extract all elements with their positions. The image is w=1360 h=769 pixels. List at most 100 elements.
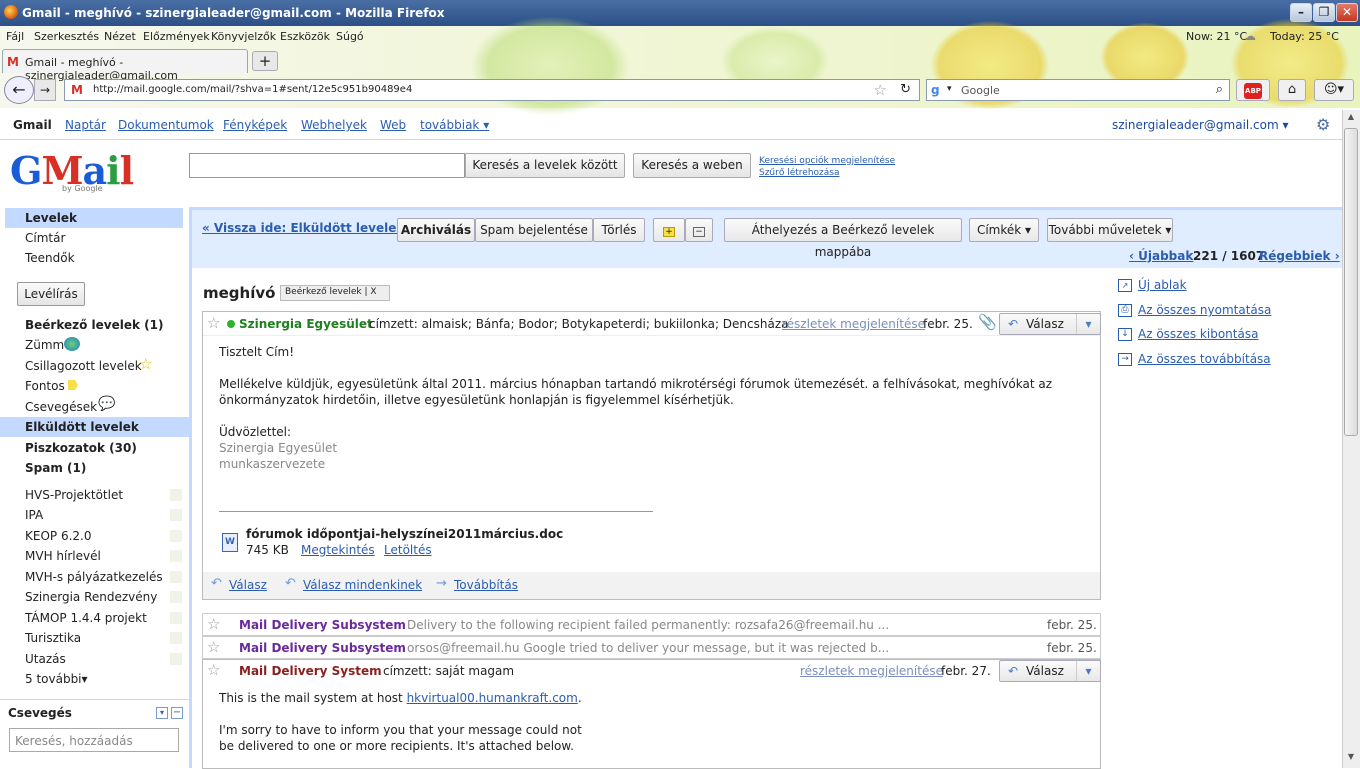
nav-mail[interactable]: Levelek xyxy=(25,211,77,225)
scroll-up-arrow-icon[interactable]: ▲ xyxy=(1344,112,1358,126)
message-sender[interactable]: Mail Delivery System xyxy=(239,664,382,678)
search-options-link[interactable]: Keresési opciók megjelenítése xyxy=(759,156,895,166)
mark-unimportant-button[interactable]: − xyxy=(685,218,713,242)
reply-button[interactable]: ↶ Válasz ▾ xyxy=(999,660,1101,682)
forward-button[interactable]: → xyxy=(34,79,56,101)
star-icon[interactable]: ☆ xyxy=(207,615,220,633)
nav-label[interactable]: HVS-Projektötlet xyxy=(25,488,123,502)
reply-all-link[interactable]: Válasz mindenkinek xyxy=(303,578,422,592)
menu-file[interactable]: Fájl xyxy=(6,30,24,43)
nav-sent[interactable]: Elküldött levelek xyxy=(25,420,139,434)
reply-button[interactable]: ↶ Válasz ▾ xyxy=(999,313,1101,335)
gbar-gmail[interactable]: Gmail xyxy=(13,118,52,132)
reply-menu-icon[interactable]: ▾ xyxy=(1076,661,1100,681)
nav-label[interactable]: Szinergia Rendezvény xyxy=(25,590,157,604)
collapsed-message-row[interactable]: ☆ Mail Delivery Subsystem Delivery to th… xyxy=(202,613,1101,636)
star-icon[interactable]: ☆ xyxy=(207,661,220,679)
expand-all-link[interactable]: Az összes kibontása xyxy=(1138,327,1258,341)
new-tab-button[interactable]: + xyxy=(252,51,278,71)
new-window-link[interactable]: Új ablak xyxy=(1138,278,1187,292)
label-color-swatch[interactable] xyxy=(170,653,182,665)
report-spam-button[interactable]: Spam bejelentése xyxy=(475,218,593,242)
nav-important[interactable]: Fontos xyxy=(25,379,65,393)
inbox-label-chip[interactable]: Beérkező levelek | X xyxy=(280,285,390,301)
label-color-swatch[interactable] xyxy=(170,489,182,501)
home-button[interactable]: ⌂ xyxy=(1278,79,1306,101)
adblock-button[interactable]: ABP xyxy=(1236,79,1270,101)
search-icon[interactable]: ⌕ xyxy=(1216,82,1223,97)
compose-button[interactable]: Levélírás xyxy=(17,282,85,306)
back-button[interactable]: ← xyxy=(4,76,34,104)
label-color-swatch[interactable] xyxy=(170,530,182,542)
more-actions-dropdown[interactable]: További műveletek ▾ xyxy=(1047,218,1173,242)
scrollbar-thumb[interactable] xyxy=(1344,128,1358,436)
gbar-web[interactable]: Web xyxy=(380,118,406,132)
web-search-bar[interactable]: g ▾ Google ⌕ xyxy=(926,79,1230,101)
gbar-sites[interactable]: Webhelyek xyxy=(301,118,367,132)
nav-label[interactable]: TÁMOP 1.4.4 projekt xyxy=(25,611,147,625)
mark-important-button[interactable]: + xyxy=(653,218,685,242)
nav-buzz[interactable]: Zümm xyxy=(25,338,64,352)
archive-button[interactable]: Archiválás xyxy=(397,218,475,242)
nav-drafts[interactable]: Piszkozatok (30) xyxy=(25,441,137,455)
label-color-swatch[interactable] xyxy=(170,550,182,562)
menu-view[interactable]: Nézet xyxy=(104,30,136,43)
menu-tools[interactable]: Eszközök xyxy=(280,30,330,43)
menu-history[interactable]: Előzmények xyxy=(143,30,210,43)
chat-collapse-icon[interactable]: − xyxy=(171,707,183,719)
scroll-down-arrow-icon[interactable]: ▼ xyxy=(1344,752,1358,766)
label-color-swatch[interactable] xyxy=(170,509,182,521)
nav-label[interactable]: Utazás xyxy=(25,652,66,666)
print-all-link[interactable]: Az összes nyomtatása xyxy=(1138,303,1271,317)
nav-spam[interactable]: Spam (1) xyxy=(25,461,86,475)
label-color-swatch[interactable] xyxy=(170,571,182,583)
nav-label[interactable]: IPA xyxy=(25,508,43,522)
nav-label[interactable]: Turisztika xyxy=(25,631,81,645)
settings-gear-icon[interactable]: ⚙ xyxy=(1316,115,1330,134)
nav-contacts[interactable]: Címtár xyxy=(25,231,65,245)
maximize-button[interactable]: ❐ xyxy=(1313,3,1335,22)
create-filter-link[interactable]: Szűrő létrehozása xyxy=(759,168,839,178)
host-link[interactable]: hkvirtual00.humankraft.com xyxy=(407,691,578,705)
show-details-link[interactable]: részletek megjelenítése xyxy=(782,317,925,331)
collapsed-message-row[interactable]: ☆ Mail Delivery Subsystem orsos@freemail… xyxy=(202,636,1101,659)
bookmark-star-icon[interactable]: ☆ xyxy=(874,81,887,99)
nav-tasks[interactable]: Teendők xyxy=(25,251,75,265)
newer-link[interactable]: ‹ Újabbak xyxy=(1129,249,1193,263)
delete-button[interactable]: Törlés xyxy=(593,218,645,242)
label-color-swatch[interactable] xyxy=(170,612,182,624)
labels-dropdown[interactable]: Címkék ▾ xyxy=(969,218,1039,242)
addon-button[interactable]: ☺▾ xyxy=(1314,79,1354,101)
forward-all-link[interactable]: Az összes továbbítása xyxy=(1138,352,1271,366)
nav-more-labels[interactable]: 5 további▾ xyxy=(25,672,88,686)
gbar-more[interactable]: továbbiak ▾ xyxy=(420,118,489,132)
show-details-link[interactable]: részletek megjelenítése xyxy=(800,664,943,678)
nav-chats[interactable]: Csevegések xyxy=(25,400,97,414)
attachment-view-link[interactable]: Megtekintés xyxy=(301,543,375,557)
browser-tab[interactable]: M Gmail - meghívó - szinergialeader@gmai… xyxy=(2,49,248,82)
older-link[interactable]: Régebbiek › xyxy=(1259,249,1340,263)
gbar-calendar[interactable]: Naptár xyxy=(65,118,106,132)
reply-link[interactable]: Válasz xyxy=(229,578,267,592)
message-sender[interactable]: Szinergia Egyesület xyxy=(239,317,373,331)
menu-edit[interactable]: Szerkesztés xyxy=(34,30,99,43)
forward-link[interactable]: Továbbítás xyxy=(454,578,518,592)
nav-label[interactable]: MVH hírlevél xyxy=(25,549,101,563)
chat-search-input[interactable]: Keresés, hozzáadás xyxy=(9,728,179,752)
star-icon[interactable]: ☆ xyxy=(207,314,220,332)
chat-options-icon[interactable]: ▾ xyxy=(156,707,168,719)
account-menu[interactable]: szinergialeader@gmail.com ▾ xyxy=(1112,118,1289,132)
star-icon[interactable]: ☆ xyxy=(207,638,220,656)
label-color-swatch[interactable] xyxy=(170,632,182,644)
nav-label[interactable]: KEOP 6.2.0 xyxy=(25,529,91,543)
reload-icon[interactable]: ↻ xyxy=(900,82,911,97)
reply-menu-icon[interactable]: ▾ xyxy=(1076,314,1100,334)
nav-label[interactable]: MVH-s pályázatkezelés xyxy=(25,570,163,584)
label-color-swatch[interactable] xyxy=(170,591,182,603)
move-to-inbox-button[interactable]: Áthelyezés a Beérkező levelek mappába xyxy=(724,218,962,259)
mail-search-input[interactable] xyxy=(189,153,465,178)
menu-bookmarks[interactable]: Könyvjelzők xyxy=(211,30,276,43)
search-mail-button[interactable]: Keresés a levelek között xyxy=(465,153,625,178)
url-bar[interactable]: M http://mail.google.com/mail/?shva=1#se… xyxy=(64,79,920,101)
nav-inbox[interactable]: Beérkező levelek (1) xyxy=(25,318,164,332)
